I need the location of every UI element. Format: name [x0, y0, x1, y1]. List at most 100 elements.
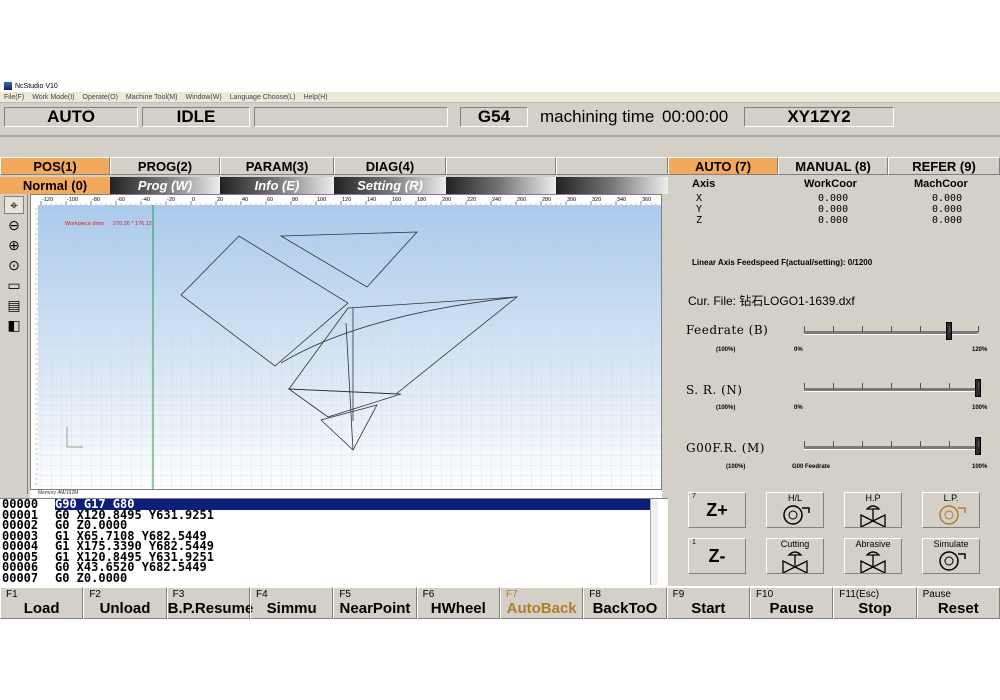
menu-help[interactable]: Help(H) — [303, 94, 327, 101]
z-plus-button[interactable]: 7 Z+ — [688, 492, 746, 528]
crosshair-icon[interactable]: ⌖ — [4, 196, 24, 214]
left-ruler — [31, 205, 38, 489]
menu-file[interactable]: File(F) — [4, 94, 24, 101]
slider-tick — [920, 326, 921, 332]
program-listing[interactable]: 00000 G90 G17 G80 00001 G0 X120.8495 Y631.… — [0, 498, 668, 586]
slider-tick — [891, 383, 892, 389]
slider-tick — [978, 383, 979, 389]
feedrate-label: Feedrate (B) — [686, 323, 769, 337]
ruler-tick-label: 320 — [592, 197, 601, 203]
menu-machine-tool[interactable]: Machine Tool(M) — [126, 94, 178, 101]
menu-language[interactable]: Language Choose(L) — [230, 94, 296, 101]
reset-button[interactable]: Pause Reset — [916, 587, 1000, 619]
machining-time-value: 00:00:00 — [662, 107, 729, 126]
f7-autoback-button[interactable]: F7 AutoBack — [499, 587, 584, 619]
axis-z-mach: 0.000 — [932, 215, 963, 226]
menu-operate[interactable]: Operate(O) — [83, 94, 118, 101]
slider-tick — [949, 441, 950, 447]
window-title: NcStudio V10 — [15, 82, 58, 90]
ruler-tick-label: 220 — [467, 197, 476, 203]
slider-tick — [804, 383, 805, 389]
slider-tick — [862, 326, 863, 332]
clear-trace-icon[interactable]: ▤ — [4, 296, 24, 314]
view-grid — [31, 205, 661, 489]
z-plus-key: 7 — [692, 493, 696, 500]
ruler-tick-label: 340 — [617, 197, 626, 203]
spindle-rate-max: 100% — [972, 405, 988, 411]
f11-stop-button[interactable]: F11(Esc) Stop — [833, 587, 917, 619]
valve-icon — [860, 505, 886, 527]
g00-rate-max: 100% — [972, 464, 988, 470]
program-line[interactable]: 00007 G0 Z0.0000 — [0, 572, 668, 583]
ruler-tick-label: 280 — [542, 197, 551, 203]
toolpath-canvas: -120 -100 -80 -60 -40 -20 0 20 40 60 80 100 120 140 16… — [31, 195, 661, 489]
slider-tick — [862, 441, 863, 447]
menu-window[interactable]: Window(W) — [186, 94, 222, 101]
machining-view[interactable]: -120 -100 -80 -60 -40 -20 0 20 40 60 80 100 120 140 16… — [30, 194, 662, 490]
ruler-tick-label: -60 — [117, 197, 125, 203]
high-pressure-button[interactable]: H.P — [844, 492, 902, 528]
cutting-button[interactable]: Cutting — [766, 538, 824, 574]
title-bar: NcStudio V10 — [0, 80, 1000, 92]
ruler-tick-label: 260 — [517, 197, 526, 203]
cutting-label: Cutting — [780, 539, 810, 549]
f9-start-button[interactable]: F9 Start — [666, 587, 750, 619]
spindle-rate-value: (100%) — [716, 405, 736, 411]
axes-display: XY1ZY2 — [744, 107, 894, 127]
tab-param[interactable]: PARAM(3) — [220, 157, 334, 175]
current-file: Cur. File: 钻石LOGO1-1639.dxf — [688, 294, 855, 308]
low-pressure-button[interactable]: L.P. — [922, 492, 980, 528]
function-key-bar: F1 Load F2 Unload F3 B.P.Resume F4 Simmu F5 N… — [0, 586, 1000, 619]
window-view-icon[interactable]: ▭ — [4, 276, 24, 294]
ruler-tick-label: 360 — [642, 197, 651, 203]
machcoor-header: MachCoor — [914, 178, 968, 190]
app-icon — [4, 82, 12, 90]
slider-tick — [978, 441, 979, 447]
slider-tick — [978, 326, 979, 332]
sub-tabs: Normal (0) Prog (W) Info (E) Setting (R) — [0, 177, 668, 194]
pump-icon — [939, 505, 966, 525]
f5-nearpoint-button[interactable]: F5 NearPoint — [333, 587, 417, 619]
f2-unload-button[interactable]: F2 Unload — [83, 587, 167, 619]
z-minus-button[interactable]: 1 Z- — [688, 538, 746, 574]
low-pressure-label: L.P. — [943, 493, 959, 503]
subtab-normal[interactable]: Normal (0) — [0, 177, 110, 194]
tab-prog[interactable]: PROG(2) — [110, 157, 220, 175]
3d-view-icon[interactable]: ◧ — [4, 316, 24, 334]
ruler-tick-label: 240 — [492, 197, 501, 203]
tab-pos[interactable]: POS(1) — [0, 157, 110, 175]
tab-empty-1 — [446, 157, 556, 175]
abrasive-button[interactable]: Abrasive — [844, 538, 902, 574]
axis-y-work: 0.000 — [818, 204, 849, 215]
menu-work-mode[interactable]: Work Mode(I) — [32, 94, 74, 101]
high-low-button[interactable]: H/L — [766, 492, 824, 528]
subtab-info[interactable]: Info (E) — [220, 177, 334, 194]
ruler-tick-label: 40 — [242, 197, 248, 203]
axis-header: Axis — [692, 178, 716, 190]
state-display: IDLE — [142, 107, 250, 127]
z-minus-label: Z- — [708, 545, 726, 566]
feedspeed-readout: Linear Axis Feedspeed F(actual/setting):… — [692, 258, 873, 267]
center-view-icon[interactable]: ⊙ — [4, 256, 24, 274]
ruler-tick-label: 180 — [417, 197, 426, 203]
spindle-rate-label: S. R. (N) — [686, 383, 743, 397]
program-scrollbar[interactable] — [650, 499, 658, 585]
zoom-out-icon[interactable]: ⊖ — [4, 216, 24, 234]
tab-diag[interactable]: DIAG(4) — [334, 157, 446, 175]
tab-auto[interactable]: AUTO (7) — [668, 157, 778, 175]
slider-tick — [949, 383, 950, 389]
simulate-button[interactable]: Simulate — [922, 538, 980, 574]
subtab-prog[interactable]: Prog (W) — [110, 177, 220, 194]
f4-simulate-button[interactable]: F4 Simmu — [249, 587, 334, 619]
tab-manual[interactable]: MANUAL (8) — [778, 157, 888, 175]
zoom-in-icon[interactable]: ⊕ — [4, 236, 24, 254]
ruler-tick-label: -100 — [67, 197, 78, 203]
f1-load-button[interactable]: F1 Load — [0, 587, 84, 619]
f6-handwheel-button[interactable]: F6 HWheel — [416, 587, 500, 619]
subtab-setting[interactable]: Setting (R) — [334, 177, 446, 194]
f3-resume-button[interactable]: F3 B.P.Resume — [166, 587, 253, 619]
z-plus-label: Z+ — [706, 499, 728, 520]
f10-pause-button[interactable]: F10 Pause — [749, 587, 834, 619]
tab-refer[interactable]: REFER (9) — [888, 157, 1000, 175]
f8-backtoo-button[interactable]: F8 BackToO — [583, 587, 667, 619]
